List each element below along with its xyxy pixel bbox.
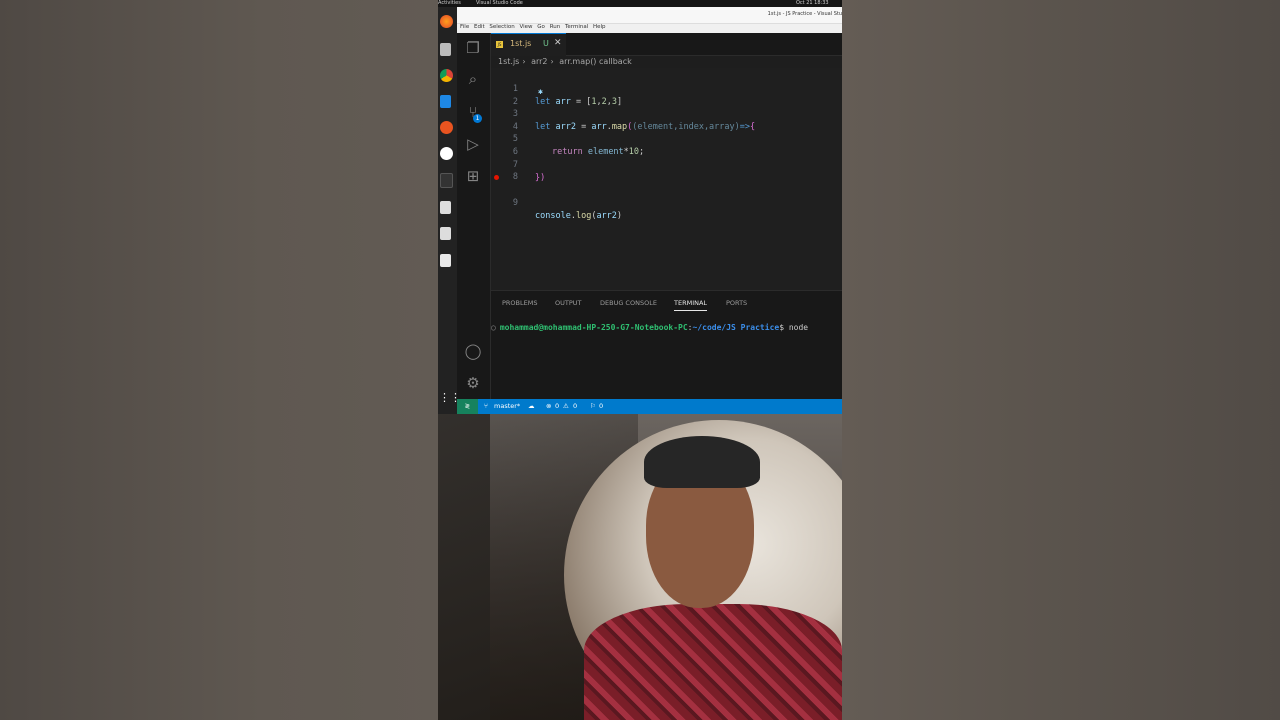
- code-line: 5 return element*10;: [491, 120, 842, 157]
- window-title: 1st.js - JS Practice - Visual Stu: [767, 11, 842, 17]
- firefox-icon[interactable]: [440, 15, 453, 28]
- menu-selection[interactable]: Selection: [489, 24, 514, 30]
- vertical-video-frame: Activities Visual Studio Code Oct 21 18:…: [438, 0, 842, 720]
- breadcrumb-symbol[interactable]: arr2: [531, 57, 547, 66]
- tab-1st-js[interactable]: JS 1st.js U ✕: [491, 33, 566, 56]
- files-icon[interactable]: [440, 43, 451, 56]
- close-icon[interactable]: ✕: [554, 38, 562, 48]
- branch-icon: ⑂: [484, 402, 488, 410]
- presenter-shirt: [584, 604, 842, 720]
- breadcrumb-callback[interactable]: arr.map() callback: [559, 57, 631, 66]
- system-top-bar: Activities Visual Studio Code Oct 21 18:…: [438, 0, 842, 7]
- tab-debug-console[interactable]: DEBUG CONSOLE: [600, 299, 657, 307]
- status-bar: ≷ ⑂ master* ☁ ⊗ 0 ⚠ 0 ⚐ 0: [457, 399, 842, 414]
- warning-icon[interactable]: ⚠: [563, 399, 569, 414]
- window-titlebar: 1st.js - JS Practice - Visual Stu: [457, 7, 842, 24]
- vscode-icon[interactable]: [440, 95, 451, 108]
- breadcrumb: 1st.js › arr2 › arr.map() callback: [498, 57, 635, 66]
- chrome-icon[interactable]: [440, 69, 453, 82]
- line-9-code: console.log(arr2): [535, 211, 623, 221]
- extensions-icon[interactable]: ⊞: [464, 167, 482, 185]
- terminal-path: ~/code/JS Practice: [692, 323, 780, 332]
- breadcrumb-file[interactable]: 1st.js: [498, 57, 519, 66]
- mongodb-compass-icon[interactable]: [440, 147, 453, 160]
- clock[interactable]: Oct 21 18:33: [796, 0, 829, 7]
- disk-icon[interactable]: [440, 201, 451, 214]
- code-line: 6: [491, 133, 842, 157]
- activity-bar: ❐ ⌕ ⑂ 1 ▷ ⊞ ◯ ⚙: [457, 33, 491, 399]
- run-debug-icon[interactable]: ▷: [464, 135, 482, 153]
- tab-ports[interactable]: PORTS: [726, 299, 747, 307]
- error-icon[interactable]: ⊗: [546, 399, 551, 414]
- blurred-background-right: [842, 0, 1280, 720]
- vscode-menubar: 1st.js - JS Practice - Visual Stu File E…: [457, 7, 842, 33]
- menu-run[interactable]: Run: [550, 24, 561, 30]
- account-icon[interactable]: ◯: [464, 342, 482, 360]
- disk-icon[interactable]: [440, 227, 451, 240]
- trash-icon[interactable]: [440, 254, 451, 267]
- code-editor[interactable]: 1 let arr = [1,2,3] 2 ✱ 3 let arr2 = arr…: [491, 68, 842, 290]
- line-number: 9: [512, 198, 518, 208]
- remote-indicator-icon[interactable]: ≷: [457, 399, 478, 414]
- search-icon[interactable]: ⌕: [464, 70, 482, 88]
- tab-label: 1st.js: [510, 39, 532, 48]
- editor-tab-strip: JS 1st.js U ✕: [491, 33, 842, 56]
- code-line: 8: [491, 158, 842, 182]
- git-branch[interactable]: master*: [494, 399, 520, 414]
- app-name-label: Visual Studio Code: [476, 0, 523, 6]
- settings-gear-icon[interactable]: ⚙: [464, 374, 482, 392]
- menu-file[interactable]: File: [460, 24, 469, 30]
- untracked-status: U: [543, 39, 549, 48]
- breakpoint-icon[interactable]: [494, 175, 499, 180]
- activities-button[interactable]: Activities: [438, 0, 461, 7]
- code-line: 1 let arr = [1,2,3]: [491, 70, 842, 107]
- bottom-panel: PROBLEMS OUTPUT DEBUG CONSOLE TERMINAL P…: [491, 290, 842, 400]
- presenter-cap: [644, 436, 760, 488]
- source-control-badge: 1: [473, 114, 482, 123]
- tab-terminal[interactable]: TERMINAL: [674, 299, 708, 311]
- menu-terminal[interactable]: Terminal: [565, 24, 588, 30]
- code-line: 3 let arr2 = arr.map((element,index,arra…: [491, 95, 842, 132]
- warning-count[interactable]: 0: [573, 399, 577, 414]
- terminal-user-host: mohammad@mohammad-HP-250-G7-Notebook-PC: [499, 323, 688, 332]
- ports-count[interactable]: 0: [599, 399, 603, 414]
- code-line: 9 console.log(arr2): [491, 171, 842, 221]
- circle-icon: ○: [491, 323, 496, 332]
- software-center-icon[interactable]: [440, 121, 453, 134]
- ubuntu-dock: ⋮⋮⋮: [438, 7, 472, 414]
- terminal-icon[interactable]: [440, 173, 453, 188]
- terminal-command: $ node: [779, 323, 809, 332]
- menu-edit[interactable]: Edit: [474, 24, 485, 30]
- webcam-overlay: [438, 414, 842, 720]
- tab-output[interactable]: OUTPUT: [555, 299, 582, 307]
- tab-problems[interactable]: PROBLEMS: [502, 299, 537, 307]
- error-count[interactable]: 0: [555, 399, 559, 414]
- blurred-background-left: [0, 0, 438, 720]
- terminal-output[interactable]: ○ mohammad@mohammad-HP-250-G7-Notebook-PC…: [491, 323, 842, 332]
- chevron-right-icon: ›: [522, 57, 526, 66]
- javascript-file-icon: JS: [496, 41, 503, 48]
- menu-view[interactable]: View: [519, 24, 532, 30]
- menu-bar: File Edit Selection View Go Run Terminal…: [457, 24, 606, 33]
- menu-go[interactable]: Go: [537, 24, 545, 30]
- chevron-right-icon: ›: [550, 57, 554, 66]
- menu-help[interactable]: Help: [593, 24, 606, 30]
- sync-cloud-icon[interactable]: ☁: [528, 399, 535, 414]
- explorer-icon[interactable]: ❐: [464, 39, 482, 57]
- ports-icon[interactable]: ⚐: [590, 399, 596, 414]
